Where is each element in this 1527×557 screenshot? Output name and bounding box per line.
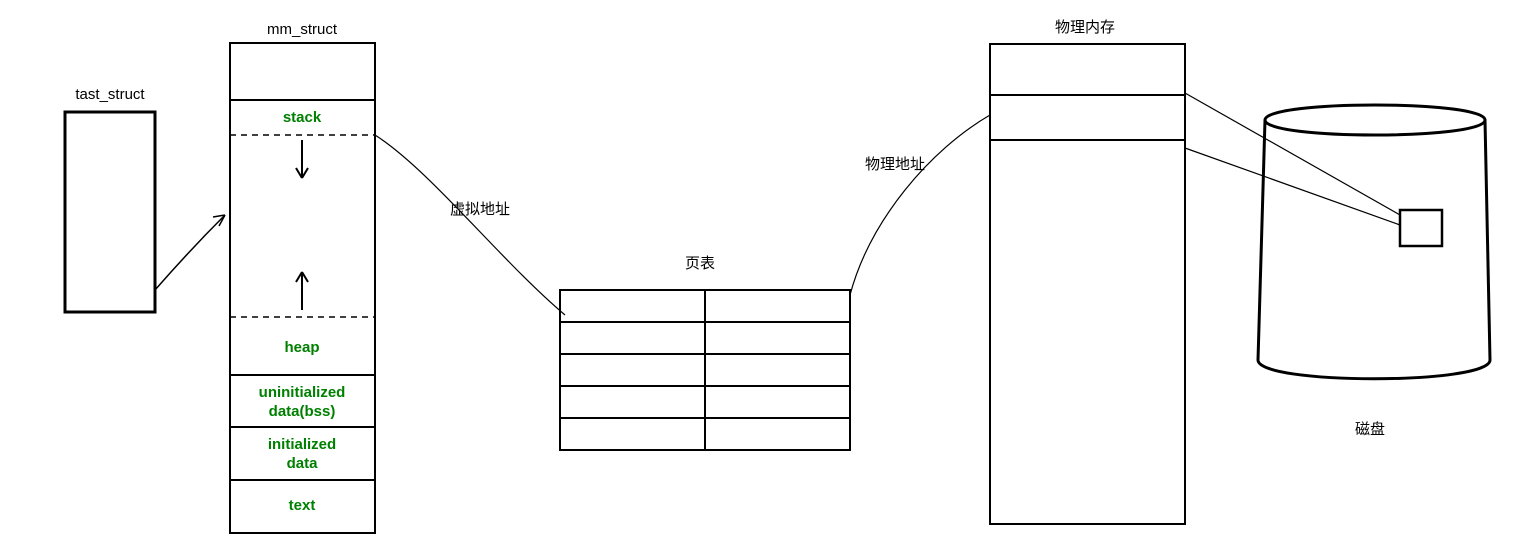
disk-cylinder: 磁盘 xyxy=(1258,105,1490,438)
segment-stack: stack xyxy=(283,109,322,126)
connector-mem-to-disk-2 xyxy=(1185,148,1400,225)
task-struct-label: tast_struct xyxy=(75,86,145,103)
segment-initdata-l2: data xyxy=(287,455,319,472)
mm-struct-box: mm_struct stack heap uninitialized data(… xyxy=(230,21,375,533)
page-table: 页表 xyxy=(560,255,850,450)
segment-bss-l2: data(bss) xyxy=(269,403,336,420)
segment-text: text xyxy=(289,497,316,514)
mm-struct-label: mm_struct xyxy=(267,21,338,38)
physical-memory-label: 物理内存 xyxy=(1055,19,1115,36)
arrow-task-to-mm xyxy=(155,215,225,290)
disk-label: 磁盘 xyxy=(1355,420,1385,438)
arrow-physical-addr: 物理地址 xyxy=(850,115,990,295)
segment-initdata-l1: initialized xyxy=(268,436,336,453)
segment-bss-l1: uninitialized xyxy=(259,384,346,401)
segment-heap: heap xyxy=(284,339,319,356)
virtual-addr-label: 虚拟地址 xyxy=(450,201,510,218)
task-struct-box: tast_struct xyxy=(65,86,155,312)
page-table-label: 页表 xyxy=(685,255,715,272)
connector-mem-to-disk-1 xyxy=(1185,93,1400,215)
physical-memory-box: 物理内存 xyxy=(990,19,1185,524)
arrow-virtual-addr: 虚拟地址 xyxy=(375,135,565,315)
physical-addr-label: 物理地址 xyxy=(865,156,925,173)
memory-diagram: tast_struct mm_struct stack heap uniniti… xyxy=(0,0,1527,557)
